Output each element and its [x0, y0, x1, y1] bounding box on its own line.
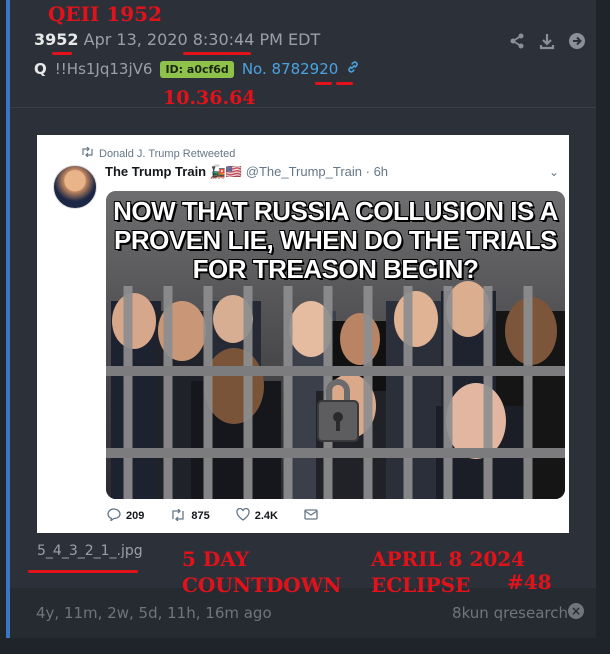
- annotation-time-code: 10.36.64: [163, 87, 256, 109]
- header-divider: [10, 107, 596, 108]
- meme-image: NOW THAT RUSSIA COLLUSION IS A PROVEN LI…: [106, 191, 565, 499]
- tweet-author: The Trump Train 🚂🇺🇸 @The_Trump_Train · 6…: [105, 164, 388, 180]
- retweet-count: 875: [191, 510, 210, 522]
- annotation-countdown-2: COUNTDOWN: [182, 573, 342, 597]
- annotation-eclipse-1: APRIL 8 2024: [371, 547, 526, 571]
- like-action: 2.4K: [236, 507, 278, 524]
- message-action: [304, 509, 318, 523]
- underline-filename: [28, 570, 138, 573]
- train-emoji-icon: 🚂🇺🇸: [209, 164, 243, 179]
- tweet-image[interactable]: Donald J. Trump Retweeted The Trump Trai…: [37, 135, 569, 533]
- annotation-countdown-1: 5 DAY: [182, 547, 250, 571]
- close-circle-icon[interactable]: ×: [568, 603, 584, 619]
- tweet-actions: 209 875 2.4K: [107, 507, 318, 524]
- display-name: The Trump Train: [105, 164, 207, 179]
- reply-action: 209: [107, 508, 144, 524]
- id-badge[interactable]: ID: a0cf6d: [160, 60, 234, 78]
- board-name[interactable]: 8kun qresearch: [452, 604, 568, 622]
- arrow-right-circle-icon[interactable]: [568, 32, 586, 54]
- retweet-icon: [170, 508, 186, 524]
- annotation-drop-number: #48: [507, 570, 552, 594]
- retweet-icon: [81, 146, 94, 160]
- meme-caption: NOW THAT RUSSIA COLLUSION IS A PROVEN LI…: [106, 196, 565, 285]
- handle-time: @The_Trump_Train · 6h: [245, 164, 389, 179]
- post-actions: [508, 32, 586, 54]
- post-author-line: Q !!Hs1Jq13jV6 ID: a0cf6d No. 8782920: [34, 60, 360, 78]
- meme-line-1: NOW THAT RUSSIA COLLUSION IS A: [113, 196, 558, 226]
- share-icon[interactable]: [508, 32, 526, 54]
- post-number[interactable]: 3952: [34, 30, 79, 49]
- post-date: Apr 13, 2020 8:30:44 PM EDT: [83, 30, 321, 49]
- post-meta-line: 3952 Apr 13, 2020 8:30:44 PM EDT: [34, 30, 320, 49]
- annotation-qeii: QEII 1952: [48, 2, 163, 26]
- reply-icon: [107, 508, 121, 524]
- heart-icon: [236, 507, 250, 524]
- author-name: Q: [34, 60, 47, 78]
- retweet-action: 875: [170, 508, 210, 524]
- post-age: 4y, 11m, 2w, 5d, 11h, 16m ago: [36, 604, 272, 622]
- image-filename[interactable]: 5_4_3_2_1_.jpg: [37, 543, 143, 559]
- download-icon[interactable]: [538, 32, 556, 54]
- avatar: [53, 165, 97, 209]
- underline-post-number: [52, 52, 72, 55]
- tripcode: !!Hs1Jq13jV6: [54, 60, 153, 78]
- retweeted-by: Donald J. Trump Retweeted: [99, 147, 236, 160]
- annotation-eclipse-2: ECLIPSE: [371, 573, 471, 597]
- meme-line-2: PROVEN LIE, WHEN DO THE TRIALS: [114, 225, 557, 256]
- reply-count: 209: [126, 510, 145, 522]
- underline-time: [183, 52, 251, 55]
- post-no-link[interactable]: No. 8782920: [242, 60, 338, 78]
- meme-line-3: FOR TREASON BEGIN?: [192, 254, 479, 285]
- envelope-icon: [304, 509, 318, 523]
- chevron-down-icon: ⌄: [548, 165, 559, 179]
- like-count: 2.4K: [254, 510, 278, 522]
- retweet-header: Donald J. Trump Retweeted: [81, 146, 236, 160]
- underline-postno-2: [336, 82, 353, 85]
- link-icon[interactable]: [346, 60, 360, 78]
- underline-postno-1: [315, 82, 332, 85]
